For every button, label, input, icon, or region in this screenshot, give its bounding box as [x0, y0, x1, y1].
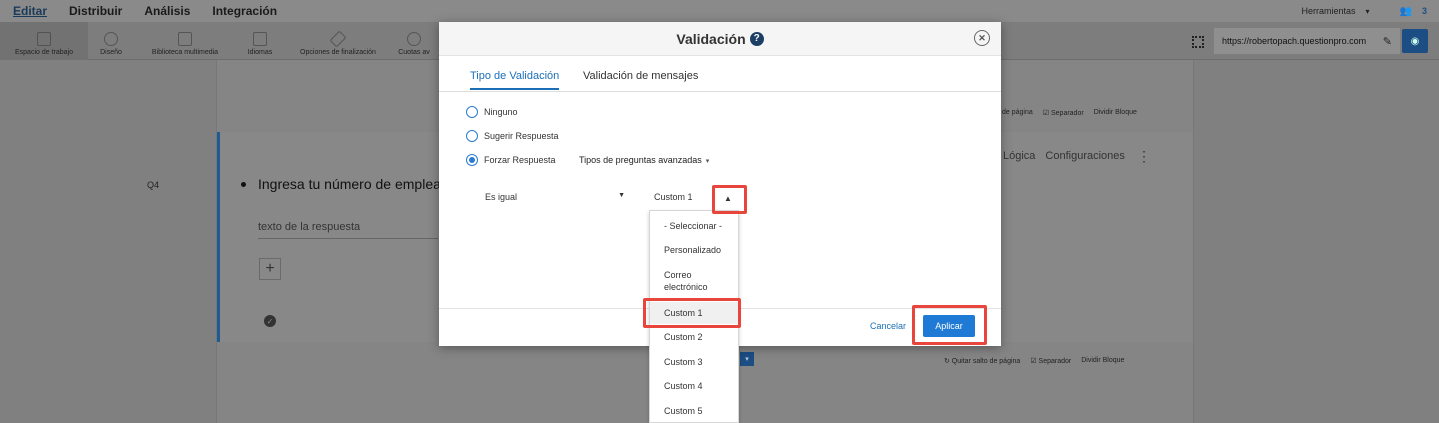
- tab-validation-type[interactable]: Tipo de Validación: [470, 70, 560, 90]
- nav-distribuir[interactable]: Distribuir: [58, 4, 133, 18]
- tools-menu[interactable]: Herramientas: [1301, 6, 1355, 16]
- dropdown-option[interactable]: Custom 4: [664, 380, 703, 392]
- value-select[interactable]: Custom 1: [654, 192, 693, 202]
- more-options-icon[interactable]: ⋮: [1137, 148, 1151, 165]
- survey-url: https://robertopach.questionpro.com: [1222, 36, 1367, 46]
- tool-end-options[interactable]: Opciones de finalización: [292, 22, 384, 60]
- caret-down-icon: ▼: [618, 192, 625, 199]
- value-select-toggle[interactable]: ▲: [716, 189, 740, 207]
- plus-icon: +: [265, 260, 275, 277]
- page-break-controls-bottom: ↻ Quitar salto de página ☑ Separador Div…: [944, 357, 1124, 365]
- dropdown-option-selected[interactable]: Custom 1: [650, 302, 738, 324]
- radio-label: Ninguno: [484, 107, 518, 117]
- eye-icon: ◉: [1410, 35, 1420, 47]
- translate-icon: [253, 32, 267, 46]
- tool-label: Opciones de finalización: [300, 49, 376, 56]
- tool-media-library[interactable]: Biblioteca multimedia: [140, 22, 230, 60]
- remove-page-break-link[interactable]: ↻ Quitar salto de página: [944, 357, 1020, 365]
- answer-placeholder[interactable]: texto de la respuesta: [258, 221, 438, 239]
- tool-label: Idiomas: [247, 49, 273, 56]
- modal-header: Validación ? ✕: [439, 22, 1001, 56]
- caret-up-icon: ▲: [724, 193, 732, 203]
- radio-suggest[interactable]: Sugerir Respuesta: [466, 130, 559, 142]
- radio-label: Forzar Respuesta: [484, 155, 556, 165]
- required-bullet: [241, 182, 246, 187]
- top-nav: Editar Distribuir Análisis Integración H…: [0, 0, 1439, 22]
- tab-settings[interactable]: Configuraciones: [1045, 150, 1125, 162]
- modal-tabs: Tipo de Validación Validación de mensaje…: [439, 56, 1001, 92]
- tool-label: Biblioteca multimedia: [151, 49, 219, 56]
- add-option-button[interactable]: +: [259, 258, 281, 280]
- close-icon[interactable]: ✕: [974, 30, 990, 46]
- image-icon: [178, 32, 192, 46]
- question-side-tabs: Lógica Configuraciones: [1003, 150, 1125, 162]
- radio-circle[interactable]: [466, 106, 478, 118]
- preview-eye-button[interactable]: ◉: [1402, 29, 1428, 53]
- survey-url-field[interactable]: https://robertopach.questionpro.com ✎: [1214, 28, 1400, 54]
- radio-none[interactable]: Ninguno: [466, 106, 518, 118]
- split-block-link[interactable]: Dividir Bloque: [1081, 357, 1124, 365]
- question-text[interactable]: Ingresa tu número de emplea: [258, 176, 441, 192]
- separator-toggle[interactable]: ☑ Separador: [1043, 109, 1084, 117]
- wand-icon: [329, 30, 347, 48]
- value-dropdown-list: - Seleccionar - Personalizado Correo ele…: [649, 210, 739, 423]
- dropdown-option[interactable]: Correo electrónico: [664, 269, 728, 293]
- dropdown-option[interactable]: Personalizado: [664, 244, 721, 256]
- radio-circle-checked[interactable]: [466, 154, 478, 166]
- modal-title: Validación: [676, 30, 746, 47]
- nav-analisis[interactable]: Análisis: [133, 4, 201, 18]
- insert-chevron-icon[interactable]: ▾: [740, 352, 754, 366]
- check-badge-icon[interactable]: ✓: [264, 315, 276, 327]
- palette-icon: [104, 32, 118, 46]
- tool-label: Cuotas av: [398, 49, 430, 56]
- radio-force[interactable]: Forzar Respuesta: [466, 154, 556, 166]
- pencil-icon[interactable]: ✎: [1383, 35, 1392, 48]
- tab-message-validation[interactable]: Validación de mensajes: [583, 70, 698, 82]
- tool-languages[interactable]: Idiomas: [238, 22, 282, 60]
- dropdown-option[interactable]: Custom 5: [664, 405, 703, 417]
- tool-design[interactable]: Diseño: [88, 22, 134, 60]
- users-icon[interactable]: 👥: [1400, 6, 1412, 17]
- dropdown-option[interactable]: Custom 2: [664, 331, 703, 343]
- tool-label: Diseño: [100, 49, 122, 56]
- split-block-link[interactable]: Dividir Bloque: [1094, 109, 1137, 117]
- radio-circle[interactable]: [466, 130, 478, 142]
- tab-logic[interactable]: Lógica: [1003, 150, 1035, 162]
- nav-integracion[interactable]: Integración: [201, 4, 288, 18]
- page-break-controls-top: de página ☑ Separador Dividir Bloque: [1002, 109, 1137, 117]
- chevron-down-icon[interactable]: ▾: [1366, 7, 1370, 16]
- qr-code-icon[interactable]: [1192, 36, 1204, 48]
- apply-button[interactable]: Aplicar: [923, 315, 975, 337]
- list-icon: [37, 32, 51, 46]
- question-number: Q4: [147, 180, 160, 190]
- tool-workspace[interactable]: Espacio de trabajo: [0, 22, 88, 60]
- nav-editar[interactable]: Editar: [0, 4, 58, 18]
- page-break-label[interactable]: de página: [1002, 109, 1033, 117]
- dropdown-option[interactable]: - Seleccionar -: [664, 220, 722, 232]
- cancel-button[interactable]: Cancelar: [870, 321, 906, 331]
- gear-icon: [407, 32, 421, 46]
- comparison-value: Es igual: [485, 192, 518, 202]
- dropdown-option[interactable]: Custom 3: [664, 356, 703, 368]
- radio-label: Sugerir Respuesta: [484, 131, 559, 141]
- advanced-types-label: Tipos de preguntas avanzadas: [579, 155, 702, 165]
- chevron-down-icon: ▾: [705, 158, 710, 165]
- help-icon[interactable]: ?: [749, 31, 764, 46]
- users-count: 3: [1421, 6, 1427, 16]
- separator-toggle[interactable]: ☑ Separador: [1030, 357, 1071, 365]
- tool-label: Espacio de trabajo: [15, 49, 73, 56]
- tool-quotas[interactable]: Cuotas av: [392, 22, 436, 60]
- advanced-types-dropdown[interactable]: Tipos de preguntas avanzadas ▾: [579, 155, 709, 165]
- comparison-select[interactable]: Es igual ▼: [485, 192, 625, 202]
- value-selected: Custom 1: [654, 192, 693, 202]
- top-nav-right: Herramientas ▾ 👥 3: [1301, 0, 1427, 22]
